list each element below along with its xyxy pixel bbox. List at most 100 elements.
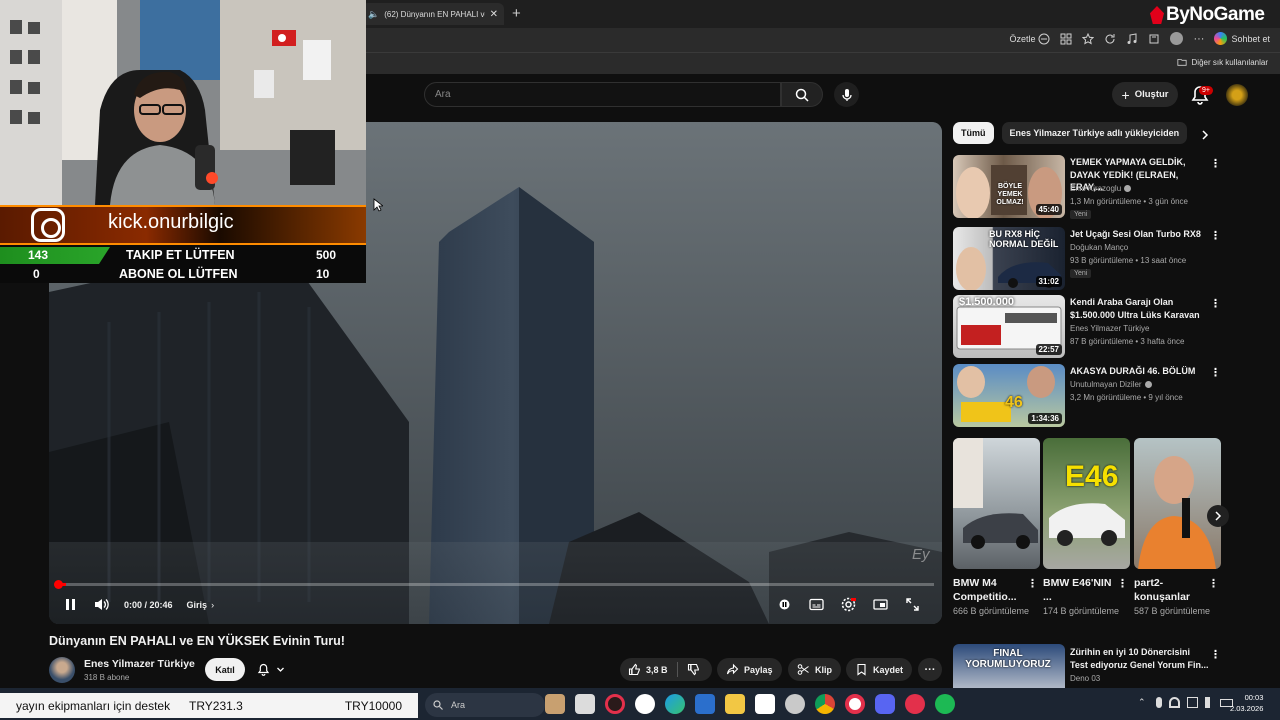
clip-button[interactable]: Klip [788,658,841,681]
video-title[interactable]: AKASYA DURAĞI 46. BÖLÜM [1070,365,1210,378]
music-icon[interactable] [1126,32,1138,45]
chevron-up-icon[interactable]: ⌃ [1138,697,1149,708]
progress-scrubber[interactable] [54,580,63,589]
short-item[interactable]: BMW M4 Competitio... 666 B görüntüleme ⋮ [953,438,1040,618]
more-options-icon[interactable]: ⋮ [1210,297,1221,311]
spotify-icon[interactable] [935,694,955,714]
favorite-star-icon[interactable] [1082,32,1095,45]
theater-mode-icon[interactable] [872,596,889,613]
more-options-icon[interactable]: ⋮ [1208,577,1219,590]
store-icon[interactable] [755,694,775,714]
join-button[interactable]: Katıl [205,658,245,681]
video-title[interactable]: Kendi Araba Garajı Olan $1.500.000 Ultra… [1070,296,1210,321]
pause-icon[interactable] [62,596,79,613]
share-button[interactable]: Paylaş [717,658,782,681]
filter-chips: Tümü Enes Yilmazer Türkiye adlı yükleyic… [953,122,1188,144]
chrome-icon[interactable] [815,694,835,714]
other-favorites[interactable]: Diğer sık kullanılanlar [1176,57,1268,67]
channel-avatar[interactable] [49,657,75,683]
recommended-video[interactable]: BÖYLE YEMEK OLMAZ! 45:40 YEMEK YAPMAYA G… [953,155,1223,221]
short-item[interactable]: E46 BMW E46'NIN ... 174 B görüntüleme ⋮ [1043,438,1130,618]
file-explorer-icon[interactable] [725,694,745,714]
edge-icon[interactable] [665,694,685,714]
close-tab-icon[interactable]: ✕ [490,9,498,20]
profile-avatar[interactable] [1170,32,1184,45]
taskbar-search[interactable]: Ara [425,693,545,717]
widget-icon[interactable] [545,694,565,714]
discord-icon[interactable] [875,694,895,714]
chip-all[interactable]: Tümü [953,122,994,144]
recommended-video[interactable]: FINAL YORUMLUYORUZ Zürihin en iyi 10 Dön… [953,644,1223,688]
volume-icon[interactable] [1205,697,1213,708]
task-view-icon[interactable] [575,694,595,714]
more-options-icon[interactable]: ⋮ [1210,648,1221,662]
search-input[interactable]: Ara [424,82,781,107]
voice-search-button[interactable] [834,82,859,107]
opera-gx-icon[interactable] [605,694,625,714]
subscription-bell-button[interactable] [253,658,297,681]
video-thumbnail[interactable]: BÖYLE YEMEK OLMAZ! 45:40 [953,155,1065,218]
account-avatar[interactable] [1226,84,1248,106]
opera-icon[interactable] [845,694,865,714]
recommended-video[interactable]: BU RX8 HİÇ NORMAL DEĞİL 31:02 Jet Uçağı … [953,227,1223,293]
autoplay-toggle-icon[interactable] [776,596,793,613]
volume-icon[interactable] [93,596,110,613]
copilot-chat-button[interactable]: Sohbet et [1214,32,1270,45]
subtitles-icon[interactable] [808,596,825,613]
like-button[interactable]: 3,8 B [628,663,668,676]
recommended-video[interactable]: 46 1:34:36 AKASYA DURAĞI 46. BÖLÜM Unutu… [953,364,1223,430]
new-tab-button[interactable]: + [512,6,521,21]
create-button[interactable]: + Oluştur [1112,82,1178,107]
browser-tab[interactable]: 🔈 (62) Dünyanın EN PAHALI ve E ✕ [362,3,504,25]
channel-name[interactable]: Enes Yilmazer Türkiye [1070,323,1149,336]
search-button[interactable] [781,82,823,107]
system-clock[interactable]: 00:03 2.03.2026 [1230,692,1263,714]
summarize-button[interactable]: Özetle [1009,33,1050,45]
chapter-button[interactable]: Giriş › [187,600,215,610]
video-title[interactable]: Jet Uçağı Sesi Olan Turbo RX8 [1070,228,1210,241]
channel-name[interactable]: Doğukan Manço [1070,242,1128,255]
video-thumbnail[interactable]: BU RX8 HİÇ NORMAL DEĞİL 31:02 [953,227,1065,290]
short-item[interactable]: part2-konuşanlar 587 B görüntüleme ⋮ [1134,438,1221,618]
video-thumbnail[interactable]: FINAL YORUMLUYORUZ [953,644,1065,688]
short-title[interactable]: BMW M4 Competitio... [953,576,1027,604]
video-title[interactable]: Zürihin en iyi 10 Dönercisini Test ediyo… [1070,646,1210,671]
game-launcher-icon[interactable] [905,694,925,714]
short-title[interactable]: BMW E46'NIN ... [1043,576,1117,604]
short-thumbnail[interactable] [1134,438,1221,569]
headset-icon[interactable] [1169,697,1180,708]
settings-icon[interactable] [785,694,805,714]
more-options-icon[interactable]: ⋮ [1210,157,1221,171]
more-options-icon[interactable]: ⋮ [1117,577,1128,590]
video-thumbnail[interactable]: 46 1:34:36 [953,364,1065,427]
thumbs-down-icon[interactable] [687,663,700,676]
more-actions-button[interactable]: ··· [918,658,942,681]
more-options-icon[interactable]: ⋮ [1210,229,1221,243]
channel-name[interactable]: Enes Yilmazer Türkiye [84,658,195,670]
chip-from-uploader[interactable]: Enes Yilmazer Türkiye adlı yükleyiciden [1001,122,1188,144]
progress-bar[interactable] [57,583,934,586]
network-icon[interactable] [1187,697,1198,708]
extensions-icon[interactable] [1060,33,1072,45]
short-thumbnail[interactable] [953,438,1040,569]
channel-name[interactable]: Deno 03 [1070,673,1100,686]
save-button[interactable]: Kaydet [846,658,913,681]
recommended-video[interactable]: $1.500.000 22:57 Kendi Araba Garajı Olan… [953,295,1223,361]
channel-name[interactable]: Unutulmayan Diziler [1070,379,1152,392]
video-thumbnail[interactable]: $1.500.000 22:57 [953,295,1065,358]
yandex-icon[interactable] [635,694,655,714]
more-menu-icon[interactable]: ··· [1193,33,1204,45]
chevron-right-icon[interactable] [1198,128,1212,142]
microphone-icon[interactable] [1156,697,1162,708]
shorts-next-button[interactable] [1207,505,1229,527]
channel-name[interactable]: Enis Kirazoglu [1070,183,1132,196]
short-title[interactable]: part2-konuşanlar [1134,576,1208,604]
refresh-icon[interactable] [1104,33,1116,45]
more-options-icon[interactable]: ⋮ [1210,366,1221,380]
short-thumbnail[interactable]: E46 [1043,438,1130,569]
apps-icon[interactable] [695,694,715,714]
settings-gear-icon[interactable] [840,596,857,613]
fullscreen-icon[interactable] [904,596,921,613]
more-options-icon[interactable]: ⋮ [1027,577,1038,590]
collections-icon[interactable] [1148,33,1160,45]
